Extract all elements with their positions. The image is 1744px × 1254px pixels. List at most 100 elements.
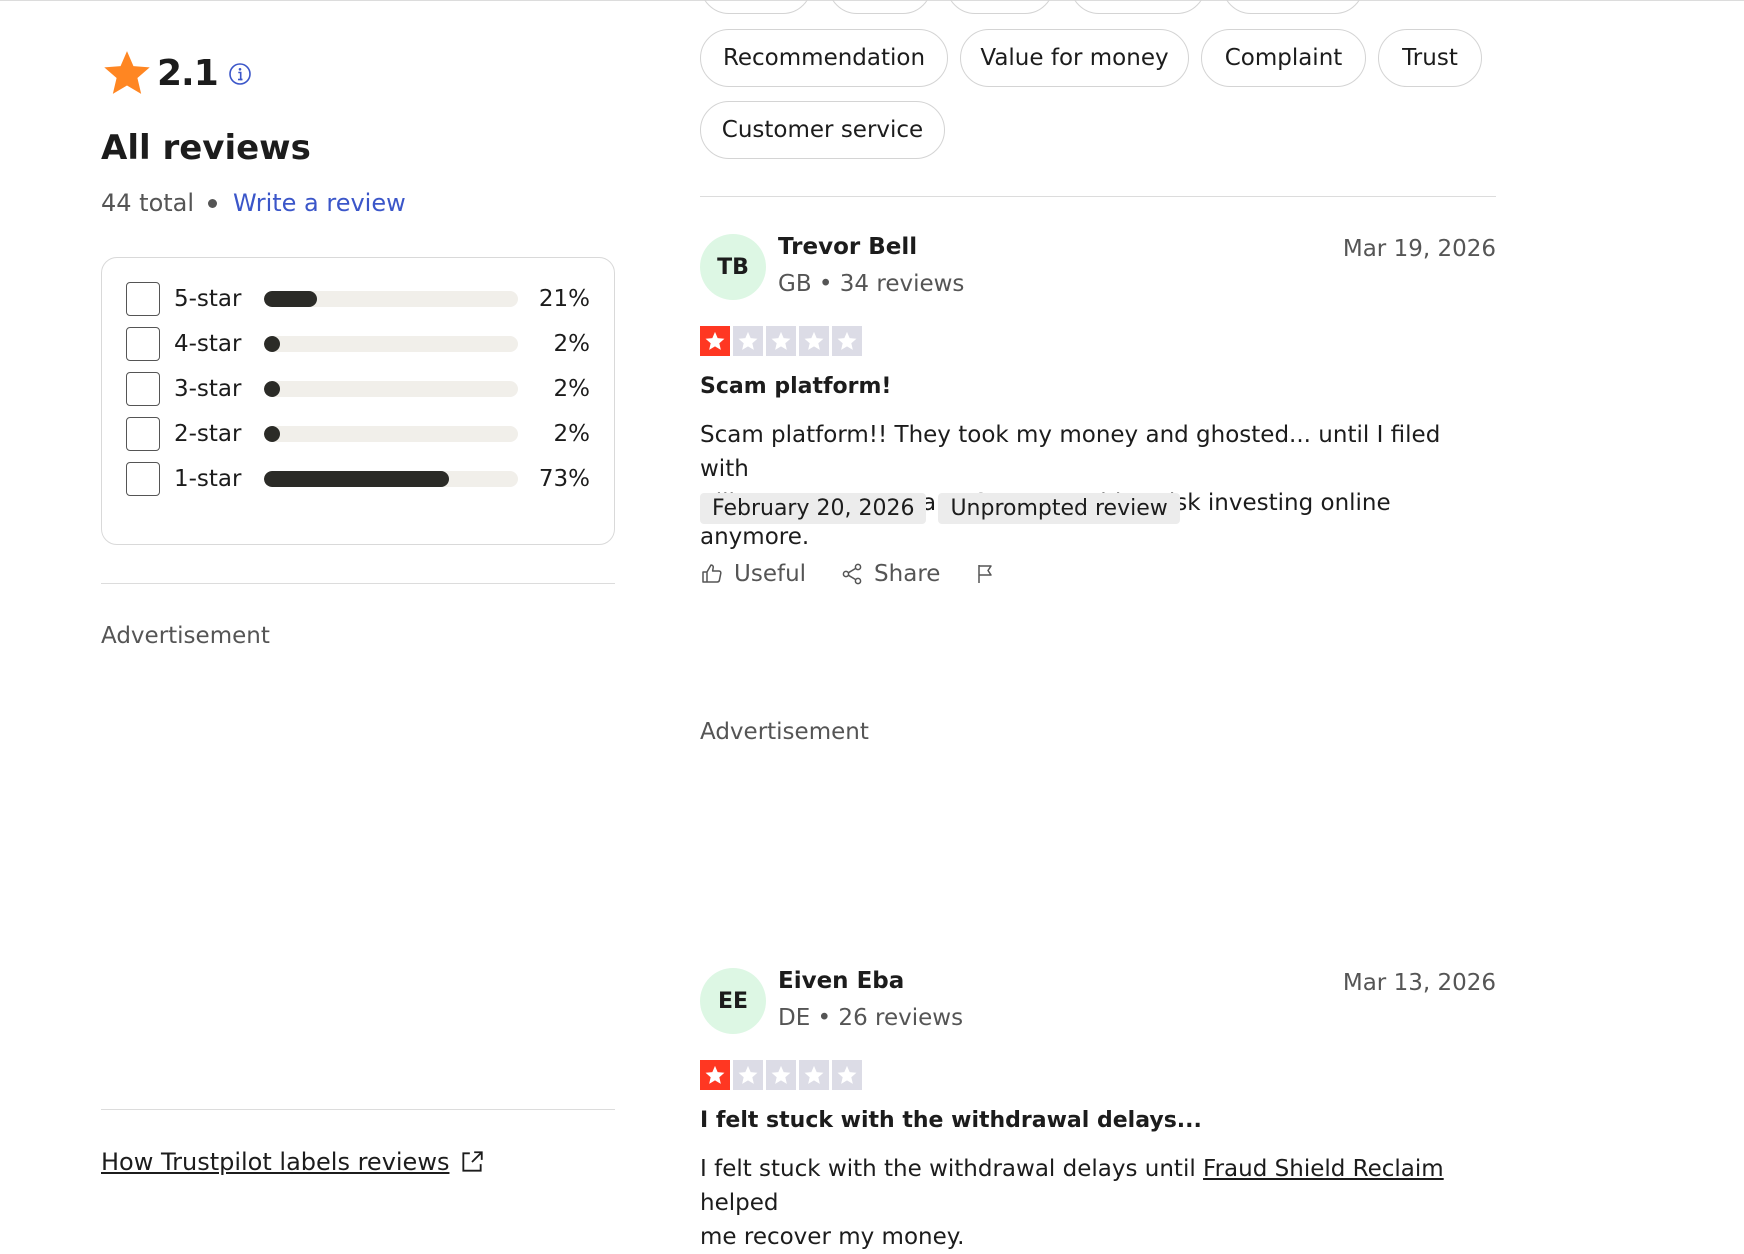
reviewer-meta: GB • 34 reviews bbox=[778, 271, 965, 297]
write-review-link[interactable]: Write a review bbox=[233, 189, 406, 217]
reviewer-name[interactable]: Trevor Bell bbox=[778, 234, 917, 260]
how-labels-reviews-link[interactable]: How Trustpilot labels reviews bbox=[101, 1148, 485, 1176]
external-link-icon bbox=[462, 1151, 484, 1172]
star-filled-icon bbox=[700, 326, 730, 356]
reviews-total: 44 total bbox=[101, 189, 195, 217]
distribution-bar-fill bbox=[264, 336, 280, 352]
distribution-percent: 2% bbox=[553, 376, 591, 402]
review-title[interactable]: I felt stuck with the withdrawal delays.… bbox=[700, 1108, 1202, 1133]
distribution-bar-fill bbox=[264, 291, 317, 307]
thumbs-up-icon bbox=[702, 564, 722, 583]
divider bbox=[101, 583, 615, 584]
avatar[interactable]: EE bbox=[700, 968, 766, 1034]
review-date: Mar 19, 2026 bbox=[1342, 236, 1496, 262]
share-icon bbox=[842, 563, 862, 585]
review-body-text: I felt stuck with the withdrawal delays … bbox=[700, 1156, 1204, 1182]
topic-chip-customer-service[interactable]: Customer service bbox=[700, 101, 945, 159]
review-body-line: me recover my money. bbox=[700, 1224, 965, 1250]
review-body-link[interactable]: Fraud Shield Reclaim bbox=[1203, 1156, 1444, 1182]
advertisement-label: Advertisement bbox=[700, 719, 869, 745]
review-date: Mar 13, 2026 bbox=[1342, 970, 1496, 996]
reviewer-meta: DE • 26 reviews bbox=[778, 1005, 964, 1031]
review-body: Scam platform!! They took my money and g… bbox=[700, 418, 1490, 554]
distribution-bar bbox=[264, 336, 518, 352]
distribution-bar-fill bbox=[264, 426, 280, 442]
filter-checkbox-1-star[interactable] bbox=[126, 462, 160, 496]
distribution-label: 5-star bbox=[174, 286, 242, 312]
report-button[interactable] bbox=[974, 562, 1008, 586]
experience-date-tag: February 20, 2026 bbox=[700, 493, 927, 524]
distribution-percent: 21% bbox=[538, 286, 590, 312]
review-card: EE Eiven Eba DE • 26 reviews Mar 13, 202… bbox=[700, 968, 1496, 1250]
review-title[interactable]: Scam platform! bbox=[700, 374, 891, 399]
distribution-label: 4-star bbox=[174, 331, 242, 357]
filter-checkbox-3-star[interactable] bbox=[126, 372, 160, 406]
rating-summary: 2.1 bbox=[101, 48, 252, 98]
share-button[interactable]: Share bbox=[840, 561, 940, 587]
distribution-label: 1-star bbox=[174, 466, 242, 492]
share-label: Share bbox=[874, 561, 941, 587]
distribution-percent: 73% bbox=[538, 466, 590, 492]
rating-distribution-card: 5-star 21% 4-star 2% 3-star 2% 2-star 2%… bbox=[101, 257, 615, 545]
flag-icon bbox=[978, 565, 993, 583]
star-empty-icon bbox=[832, 326, 862, 356]
star-empty-icon bbox=[766, 326, 796, 356]
info-icon[interactable] bbox=[228, 62, 252, 86]
review-tags: February 20, 2026 Unprompted review bbox=[700, 493, 1192, 524]
distribution-percent: 2% bbox=[553, 421, 591, 447]
review-card: TB Trevor Bell GB • 34 reviews Mar 19, 2… bbox=[700, 234, 1496, 614]
distribution-label: 3-star bbox=[174, 376, 242, 402]
distribution-row-5[interactable]: 5-star 21% bbox=[126, 280, 592, 318]
useful-button[interactable]: Useful bbox=[700, 561, 806, 587]
divider bbox=[101, 1109, 615, 1110]
star-icon bbox=[104, 51, 150, 94]
filter-checkbox-4-star[interactable] bbox=[126, 327, 160, 361]
topic-chip-partial[interactable] bbox=[1070, 0, 1206, 14]
star-empty-icon bbox=[766, 1060, 796, 1090]
divider bbox=[700, 196, 1496, 197]
review-body-line: Scam platform!! They took my money and g… bbox=[700, 422, 1441, 482]
star-empty-icon bbox=[799, 326, 829, 356]
review-body: I felt stuck with the withdrawal delays … bbox=[700, 1152, 1490, 1254]
distribution-row-4[interactable]: 4-star 2% bbox=[126, 325, 592, 363]
distribution-bar bbox=[264, 291, 518, 307]
avatar[interactable]: TB bbox=[700, 234, 766, 300]
distribution-bar-fill bbox=[264, 471, 449, 487]
topic-chip-complaint[interactable]: Complaint bbox=[1201, 29, 1366, 87]
topic-chip-recommendation[interactable]: Recommendation bbox=[700, 29, 948, 87]
rating-value: 2.1 bbox=[157, 52, 219, 94]
topic-chip-partial[interactable] bbox=[946, 0, 1054, 14]
topic-chip-partial[interactable] bbox=[700, 0, 812, 14]
distribution-bar bbox=[264, 426, 518, 442]
topic-chip-trust[interactable]: Trust bbox=[1378, 29, 1482, 87]
topic-chip-partial[interactable] bbox=[1222, 0, 1364, 14]
review-label-tag[interactable]: Unprompted review bbox=[938, 493, 1180, 524]
review-body-line: I felt stuck with the withdrawal delays … bbox=[700, 1152, 1490, 1220]
reviewer-name[interactable]: Eiven Eba bbox=[778, 968, 904, 994]
useful-label: Useful bbox=[734, 561, 807, 587]
review-actions: Useful Share bbox=[700, 561, 1042, 587]
distribution-row-2[interactable]: 2-star 2% bbox=[126, 415, 592, 453]
review-body-text: helped bbox=[700, 1190, 779, 1216]
distribution-row-1[interactable]: 1-star 73% bbox=[126, 460, 592, 498]
star-empty-icon bbox=[832, 1060, 862, 1090]
distribution-percent: 2% bbox=[553, 331, 591, 357]
distribution-bar-fill bbox=[264, 381, 280, 397]
review-star-rating bbox=[700, 326, 865, 356]
dot-separator bbox=[208, 198, 218, 208]
distribution-bar bbox=[264, 471, 518, 487]
distribution-label: 2-star bbox=[174, 421, 242, 447]
review-star-rating bbox=[700, 1060, 865, 1090]
star-empty-icon bbox=[733, 326, 763, 356]
distribution-row-3[interactable]: 3-star 2% bbox=[126, 370, 592, 408]
reviews-total-row: 44 total Write a review bbox=[101, 189, 406, 217]
star-empty-icon bbox=[799, 1060, 829, 1090]
star-filled-icon bbox=[700, 1060, 730, 1090]
how-labels-reviews-text: How Trustpilot labels reviews bbox=[101, 1148, 450, 1176]
topic-chip-partial[interactable] bbox=[828, 0, 932, 14]
filter-checkbox-2-star[interactable] bbox=[126, 417, 160, 451]
topic-chip-value-for-money[interactable]: Value for money bbox=[960, 29, 1189, 87]
all-reviews-heading: All reviews bbox=[101, 128, 311, 168]
advertisement-label: Advertisement bbox=[101, 623, 270, 649]
filter-checkbox-5-star[interactable] bbox=[126, 282, 160, 316]
